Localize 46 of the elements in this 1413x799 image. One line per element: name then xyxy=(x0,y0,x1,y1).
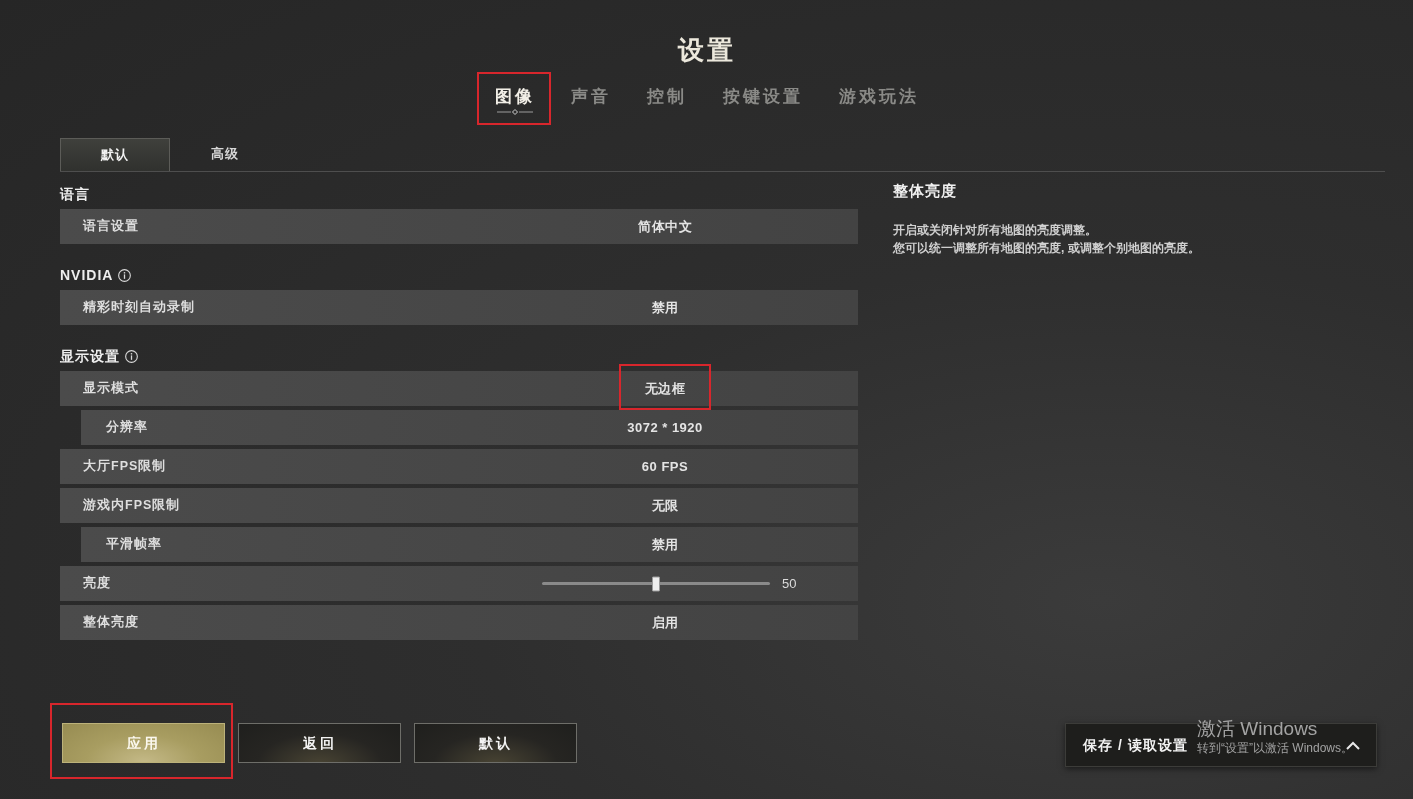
setting-value: 无边框 xyxy=(644,380,686,397)
setting-label: 平滑帧率 xyxy=(105,536,163,554)
setting-row[interactable]: 精彩时刻自动录制 禁用 xyxy=(60,290,858,325)
setting-label: 整体亮度 xyxy=(82,613,140,632)
setting-label: 语言设置 xyxy=(81,217,140,236)
setting-label: 精彩时刻自动录制 xyxy=(82,299,196,317)
section-heading: NVIDIA xyxy=(60,266,114,284)
setting-value: 禁用 xyxy=(651,299,679,316)
slider-value: 50 xyxy=(782,574,797,593)
action-button[interactable]: 返回 xyxy=(238,723,401,763)
section-heading: 语言 xyxy=(60,185,90,203)
chevron-up-icon xyxy=(1346,740,1360,750)
setting-label: 大厅FPS限制 xyxy=(82,458,168,476)
section-heading: 显示设置 xyxy=(60,347,120,365)
subtab[interactable]: 默认 xyxy=(60,138,170,171)
setting-label: 亮度 xyxy=(82,574,112,593)
os-activation-text: 转到“设置”以激活 Windows。 xyxy=(1197,740,1353,756)
action-button[interactable]: 默认 xyxy=(414,723,577,763)
tab[interactable]: 控制 xyxy=(646,87,687,107)
setting-row[interactable]: 语言设置 简体中文 xyxy=(60,209,858,244)
slider-thumb[interactable] xyxy=(652,576,660,591)
setting-label: 游戏内FPS限制 xyxy=(82,497,182,515)
setting-value: 启用 xyxy=(651,614,679,631)
setting-row[interactable]: 大厅FPS限制 60 FPS xyxy=(60,449,858,484)
setting-value: 简体中文 xyxy=(638,218,692,235)
setting-row[interactable]: 分辨率 3072 * 1920 xyxy=(81,410,858,445)
page-title: 设置 xyxy=(677,34,736,66)
setting-row[interactable]: 游戏内FPS限制 无限 xyxy=(60,488,858,523)
detail-description: 开启或关闭针对所有地图的亮度调整。 xyxy=(893,222,1098,239)
setting-row[interactable]: 整体亮度 启用 xyxy=(60,605,858,640)
diamond-underline-icon xyxy=(496,109,533,115)
subtab[interactable]: 高级 xyxy=(170,138,280,171)
setting-value: 3072 * 1920 xyxy=(627,419,703,436)
setting-value: 禁用 xyxy=(651,536,679,553)
setting-value: 60 FPS xyxy=(641,458,689,475)
tab[interactable]: 按键设置 xyxy=(722,87,803,107)
setting-value: 无限 xyxy=(651,497,679,514)
tab[interactable]: 声音 xyxy=(570,87,611,107)
tab[interactable]: 游戏玩法 xyxy=(838,87,919,107)
tab[interactable]: 图像 xyxy=(494,87,535,107)
setting-label: 显示模式 xyxy=(82,380,140,398)
setting-label: 分辨率 xyxy=(105,419,149,437)
detail-title: 整体亮度 xyxy=(893,182,958,200)
setting-row[interactable]: 亮度 50 xyxy=(60,566,858,601)
detail-description: 您可以统一调整所有地图的亮度, 或调整个别地图的亮度。 xyxy=(893,240,1200,257)
setting-row[interactable]: 平滑帧率 禁用 xyxy=(81,527,858,562)
